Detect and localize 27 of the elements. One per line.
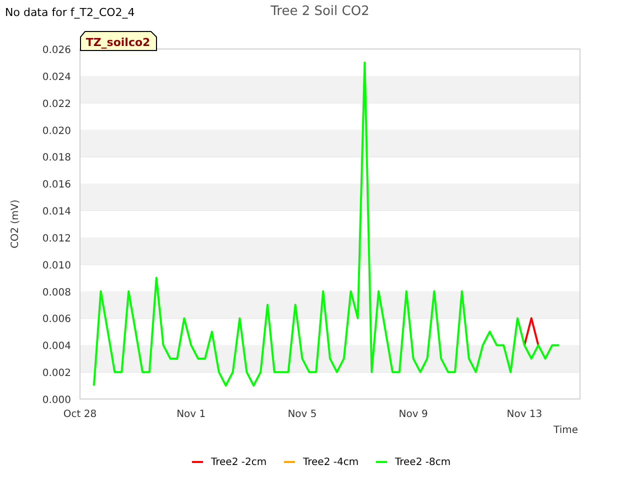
y-tick-label: 0.006 — [42, 314, 71, 326]
y-tick-label: 0.002 — [42, 368, 71, 380]
legend-label: Tree2 -8cm — [395, 457, 451, 468]
y-tick-label: 0.000 — [42, 395, 71, 406]
legend-label: Tree2 -2cm — [211, 457, 267, 468]
y-tick-label: 0.022 — [42, 98, 71, 110]
x-axis-label: Time — [554, 425, 578, 436]
y-tick-label: 0.014 — [42, 206, 71, 218]
x-tick-label: Nov 13 — [506, 409, 542, 420]
legend-label: Tree2 -4cm — [303, 457, 359, 468]
x-tick-label: Nov 1 — [176, 409, 206, 420]
y-tick-label: 0.010 — [42, 260, 71, 272]
status-text: No data for f_T2_CO2_4 — [5, 6, 135, 19]
y-tick-label: 0.012 — [42, 233, 71, 244]
x-tick-label: Oct 28 — [63, 409, 97, 420]
y-tick-label: 0.008 — [42, 287, 71, 298]
y-tick-label: 0.018 — [42, 152, 71, 164]
y-tick-label: 0.024 — [42, 72, 71, 83]
y-tick-label: 0.020 — [42, 126, 71, 137]
chart-title: Tree 2 Soil CO2 — [270, 4, 370, 19]
x-tick-label: Nov 9 — [398, 409, 428, 420]
series-tag: TZ_soilco2 — [80, 31, 157, 51]
x-tick-label: Nov 5 — [288, 409, 317, 420]
y-tick-label: 0.026 — [42, 45, 71, 56]
y-axis-label: CO2 (mV) — [10, 200, 21, 248]
y-tick-label: 0.004 — [42, 341, 71, 352]
y-tick-label: 0.016 — [42, 180, 71, 191]
